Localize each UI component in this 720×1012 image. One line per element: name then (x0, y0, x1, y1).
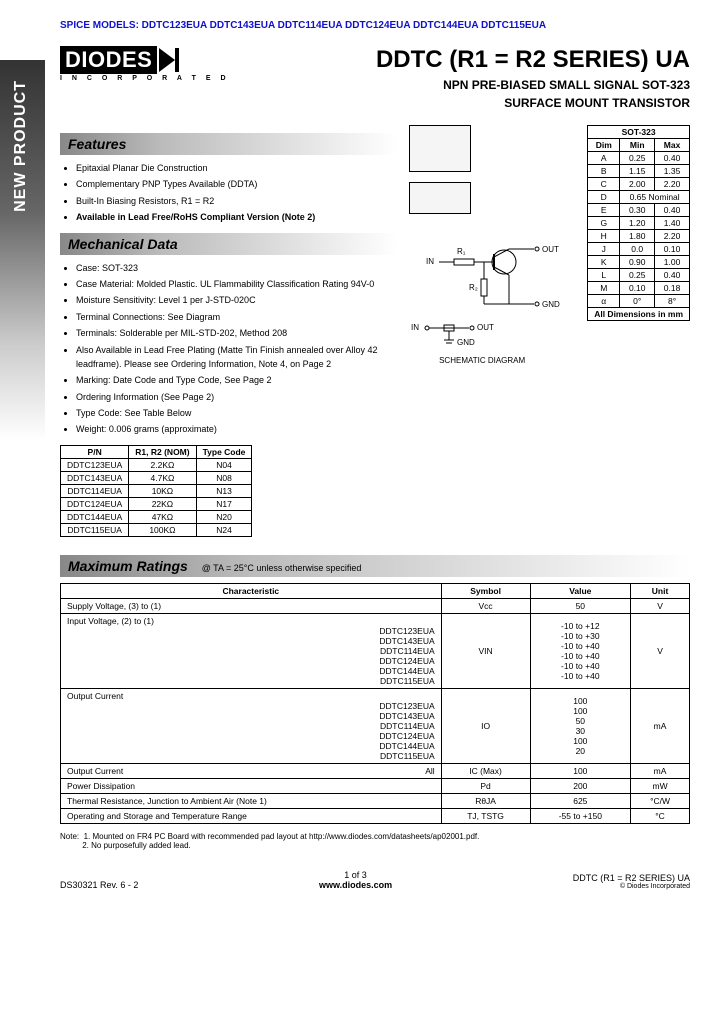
logo-text: DIODES (60, 46, 157, 74)
notes: Note: 1. Mounted on FR4 PC Board with re… (60, 832, 690, 850)
mech-item: Terminals: Solderable per MIL-STD-202, M… (76, 326, 397, 340)
diode-icon-bar (175, 48, 179, 72)
table-row: K0.901.00 (588, 256, 690, 269)
part-number-table: P/NR1, R2 (NOM)Type Code DDTC123EUA2.2KΩ… (60, 445, 252, 537)
table-row: M0.100.18 (588, 282, 690, 295)
svg-text:R₂: R₂ (469, 283, 478, 292)
footer-copyright: © Diodes Incorporated (573, 883, 690, 890)
table-row: DDTC143EUA4.7KΩN08 (61, 471, 252, 484)
mech-item: Case: SOT-323 (76, 261, 397, 275)
mech-item: Weight: 0.006 grams (approximate) (76, 422, 397, 436)
feature-item: Built-In Biasing Resistors, R1 = R2 (76, 194, 397, 208)
mech-item: Marking: Date Code and Type Code, See Pa… (76, 373, 397, 387)
svg-text:IN: IN (426, 257, 434, 266)
mech-item: Also Available in Lead Free Plating (Mat… (76, 343, 397, 372)
table-row: E0.300.40 (588, 204, 690, 217)
table-row: Operating and Storage and Temperature Ra… (61, 808, 690, 823)
table-row: C2.002.20 (588, 178, 690, 191)
mech-item: Ordering Information (See Page 2) (76, 390, 397, 404)
dimensions-table: SOT-323 DimMinMax A0.250.40B1.151.35C2.0… (587, 125, 690, 321)
mechanical-list: Case: SOT-323 Case Material: Molded Plast… (76, 261, 397, 437)
logo-subtitle: I N C O R P O R A T E D (60, 75, 230, 82)
feature-item: Complementary PNP Types Available (DDTA) (76, 177, 397, 191)
table-row: DDTC114EUA10KΩN13 (61, 484, 252, 497)
max-ratings-heading: Maximum Ratings @ TA = 25°C unless other… (60, 555, 690, 577)
footer-part: DDTC (R1 = R2 SERIES) UA (573, 873, 690, 883)
mech-item: Type Code: See Table Below (76, 406, 397, 420)
schematic-simple: IN OUT GND (409, 318, 509, 348)
table-row: J0.00.10 (588, 243, 690, 256)
footer-page: 1 of 3 (319, 870, 392, 880)
max-ratings-table: CharacteristicSymbolValueUnit Supply Vol… (60, 583, 690, 824)
schematic-diagram: IN R₁ R₂ (424, 224, 564, 314)
table-row: Power DissipationPd200mW (61, 778, 690, 793)
svg-text:OUT: OUT (542, 245, 559, 254)
diode-icon (159, 48, 175, 72)
table-row: DDTC123EUA2.2KΩN04 (61, 458, 252, 471)
table-row: DDTC115EUA100KΩN24 (61, 523, 252, 536)
table-row: L0.250.40 (588, 269, 690, 282)
table-row: Output CurrentAllIC (Max)100mA (61, 763, 690, 778)
part-subtitle-2: SURFACE MOUNT TRANSISTOR (376, 96, 690, 110)
sidebar-label: NEW PRODUCT (0, 60, 42, 232)
table-row: H1.802.20 (588, 230, 690, 243)
table-row: D0.65 Nominal (588, 191, 690, 204)
table-row: G1.201.40 (588, 217, 690, 230)
table-row: DDTC144EUA47KΩN20 (61, 510, 252, 523)
svg-text:R₁: R₁ (457, 247, 466, 256)
mech-item: Terminal Connections: See Diagram (76, 310, 397, 324)
svg-text:IN: IN (411, 323, 419, 332)
features-heading: Features (60, 133, 397, 155)
table-row: Supply Voltage, (3) to (1)Vcc50V (61, 598, 690, 613)
schematic-label: SCHEMATIC DIAGRAM (439, 356, 564, 365)
footer-url: www.diodes.com (319, 880, 392, 890)
mechanical-heading: Mechanical Data (60, 233, 397, 255)
table-row: Thermal Resistance, Junction to Ambient … (61, 793, 690, 808)
mech-item: Moisture Sensitivity: Level 1 per J-STD-… (76, 293, 397, 307)
features-list: Epitaxial Planar Die Construction Complem… (76, 161, 397, 225)
table-row: Output CurrentDDTC123EUADDTC143EUADDTC11… (61, 688, 690, 763)
table-row: DDTC124EUA22KΩN17 (61, 497, 252, 510)
feature-item: Epitaxial Planar Die Construction (76, 161, 397, 175)
footer-revision: DS30321 Rev. 6 - 2 (60, 880, 138, 890)
new-product-sidebar: NEW PRODUCT (0, 60, 45, 440)
page-footer: DS30321 Rev. 6 - 2 1 of 3 www.diodes.com… (60, 870, 690, 890)
feature-item: Available in Lead Free/RoHS Compliant Ve… (76, 210, 397, 224)
package-diagram (409, 125, 564, 172)
brand-logo: DIODES I N C O R P O R A T E D (60, 46, 230, 82)
svg-text:GND: GND (457, 338, 475, 347)
part-title: DDTC (R1 = R2 SERIES) UA (376, 46, 690, 74)
mech-item: Case Material: Molded Plastic. UL Flamma… (76, 277, 397, 291)
svg-text:OUT: OUT (477, 323, 494, 332)
table-row: Input Voltage, (2) to (1)DDTC123EUADDTC1… (61, 613, 690, 688)
part-subtitle-1: NPN PRE-BIASED SMALL SIGNAL SOT-323 (376, 78, 690, 92)
table-row: A0.250.40 (588, 152, 690, 165)
table-row: α0°8° (588, 295, 690, 308)
table-row: B1.151.35 (588, 165, 690, 178)
spice-models-header: SPICE MODELS: DDTC123EUA DDTC143EUA DDTC… (60, 20, 690, 31)
svg-text:GND: GND (542, 300, 560, 309)
